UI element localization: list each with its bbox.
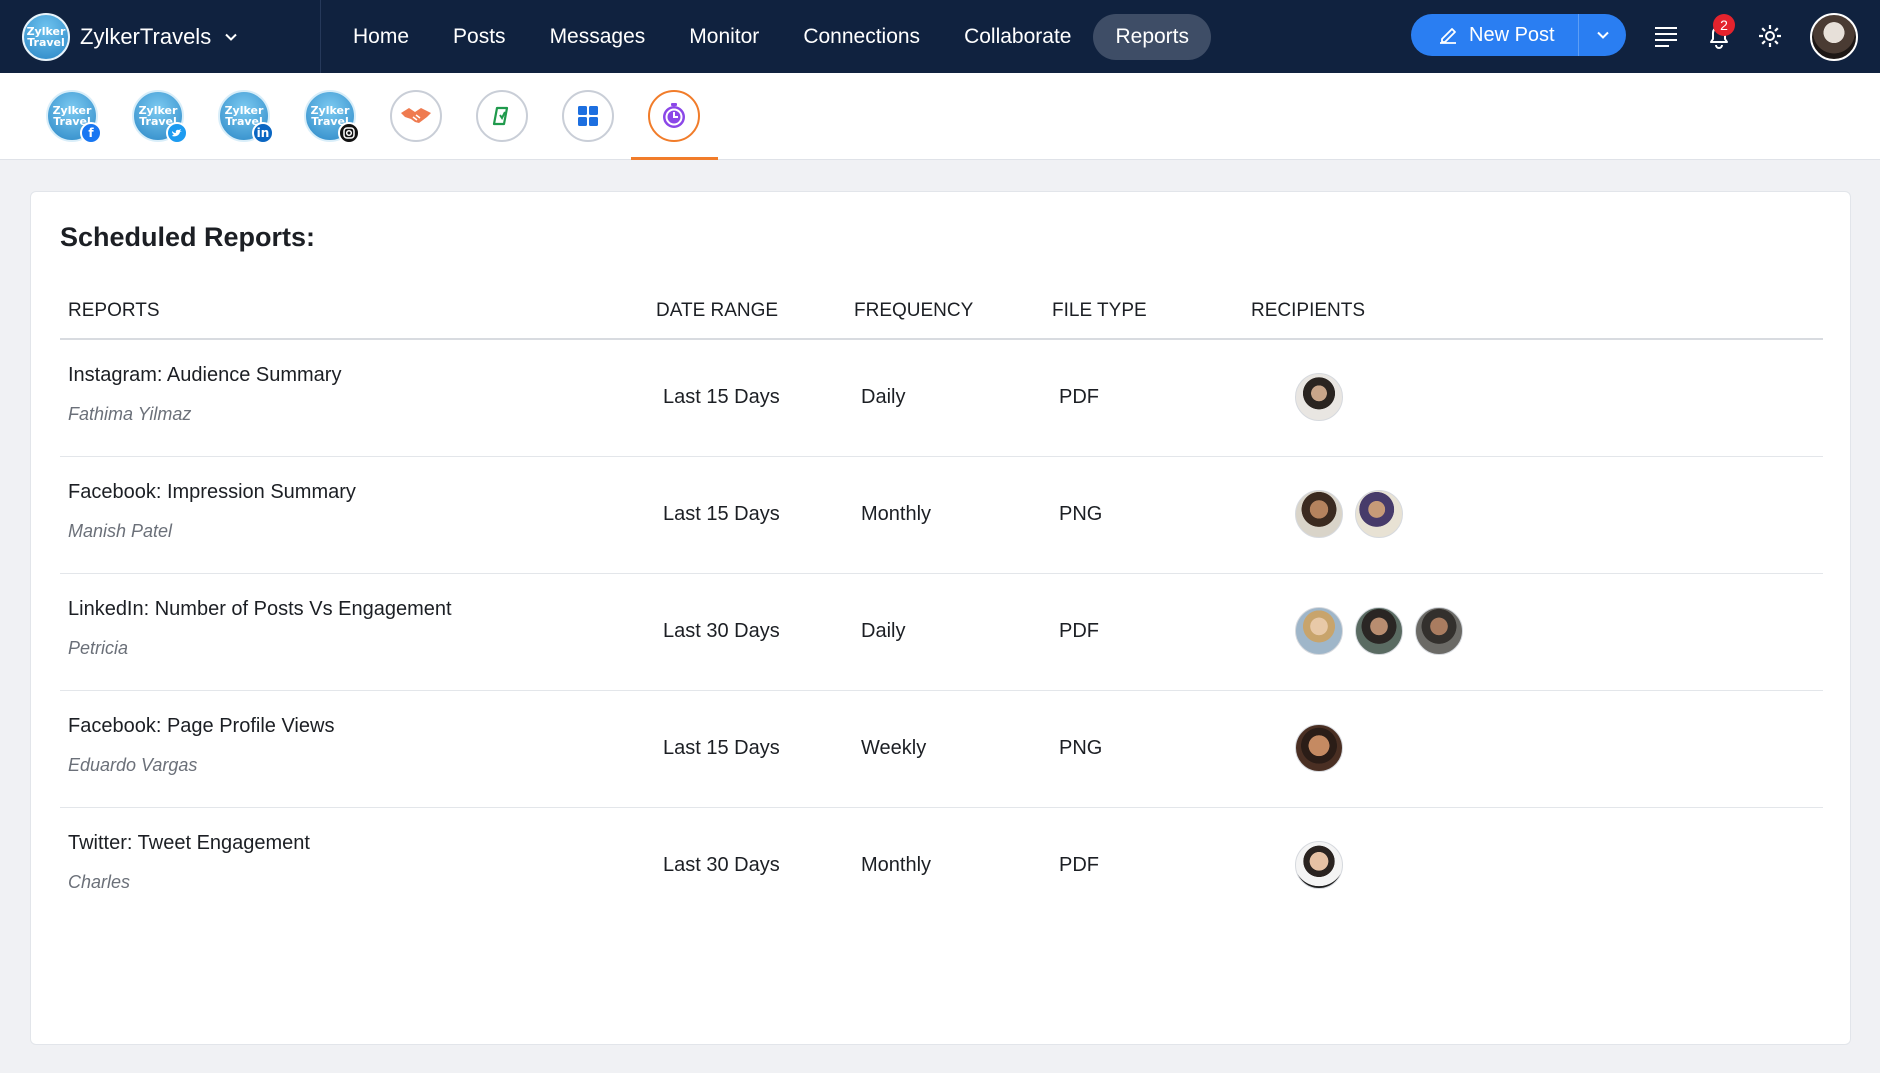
report-title[interactable]: Twitter: Tweet Engagement (68, 832, 310, 855)
handshake-icon[interactable] (390, 90, 442, 142)
nav-messages[interactable]: Messages (528, 14, 668, 60)
avatar[interactable] (1355, 607, 1403, 655)
chevron-down-icon (225, 33, 237, 41)
report-frequency: Monthly (861, 503, 932, 525)
recipients-list (1295, 841, 1355, 889)
nav-monitor[interactable]: Monitor (667, 14, 781, 60)
scheduled-reports-icon[interactable] (648, 90, 700, 142)
recipients-list (1295, 490, 1415, 538)
report-title[interactable]: Instagram: Audience Summary (68, 364, 341, 387)
avatar[interactable] (1295, 607, 1343, 655)
report-owner: Manish Patel (68, 521, 173, 541)
report-frequency: Weekly (861, 737, 927, 759)
new-post-button-group: New Post (1411, 14, 1626, 56)
nav-connections[interactable]: Connections (781, 14, 942, 60)
report-frequency: Daily (861, 386, 906, 408)
notification-badge: 2 (1713, 14, 1735, 36)
new-post-dropdown[interactable] (1579, 14, 1626, 56)
menu-icon[interactable] (1652, 22, 1680, 50)
report-date-range: Last 15 Days (663, 386, 780, 408)
nav-home[interactable]: Home (331, 14, 431, 60)
main-nav: Home Posts Messages Monitor Connections … (331, 0, 1211, 73)
column-header-reports: REPORTS (68, 300, 160, 321)
report-file-type: PNG (1059, 503, 1103, 525)
report-title[interactable]: Facebook: Page Profile Views (68, 715, 334, 738)
avatar[interactable] (1295, 841, 1343, 889)
report-owner: Eduardo Vargas (68, 755, 198, 775)
top-navigation-bar: Zylker Travel ZylkerTravels Home Posts Me… (0, 0, 1880, 73)
avatar[interactable] (1295, 724, 1343, 772)
active-tab-indicator (631, 157, 718, 160)
channel-instagram[interactable]: Zylker Travel (304, 90, 360, 144)
twitter-icon (166, 122, 188, 144)
column-header-frequency: FREQUENCY (854, 300, 974, 321)
table-row[interactable]: LinkedIn: Number of Posts Vs Engagement … (60, 574, 1823, 691)
recipients-list (1295, 373, 1355, 421)
brand-switcher[interactable]: Zylker Travel ZylkerTravels (0, 0, 321, 73)
column-header-date-range: DATE RANGE (656, 300, 779, 321)
brand-logo-text: Zylker Travel (26, 24, 66, 49)
recipients-list (1295, 724, 1355, 772)
gear-icon[interactable] (1756, 22, 1784, 50)
column-header-recipients: RECIPIENTS (1251, 300, 1366, 321)
scheduled-reports-card: Scheduled Reports: REPORTS DATE RANGE FR… (30, 191, 1851, 1045)
avatar[interactable] (1355, 490, 1403, 538)
avatar[interactable] (1415, 607, 1463, 655)
table-row[interactable]: Twitter: Tweet Engagement Charles Last 3… (60, 808, 1823, 925)
report-date-range: Last 15 Days (663, 737, 780, 759)
table-row[interactable]: Facebook: Page Profile Views Eduardo Var… (60, 691, 1823, 808)
channel-bar: Zylker Travel f Zylker Travel Zylker Travel… (0, 73, 1880, 160)
nav-reports[interactable]: Reports (1093, 13, 1211, 60)
avatar[interactable] (1295, 373, 1343, 421)
nav-collaborate[interactable]: Collaborate (942, 14, 1093, 60)
channel-linkedin[interactable]: Zylker Travel in (218, 90, 274, 144)
chevron-down-icon (1596, 31, 1609, 39)
user-avatar[interactable] (1810, 13, 1858, 61)
report-owner: Charles (68, 872, 131, 892)
new-post-label: New Post (1469, 23, 1555, 46)
facebook-icon: f (80, 122, 102, 144)
instagram-icon (338, 122, 360, 144)
report-date-range: Last 15 Days (663, 503, 780, 525)
report-date-range: Last 30 Days (663, 854, 780, 876)
new-post-button[interactable]: New Post (1411, 14, 1579, 56)
report-owner: Petricia (68, 638, 129, 658)
recipients-list (1295, 607, 1475, 655)
report-file-type: PDF (1059, 620, 1099, 642)
bookmark-chart-icon[interactable] (476, 90, 528, 142)
channel-facebook[interactable]: Zylker Travel f (46, 90, 102, 144)
report-frequency: Monthly (861, 854, 932, 876)
report-title[interactable]: Facebook: Impression Summary (68, 481, 356, 504)
report-date-range: Last 30 Days (663, 620, 780, 642)
linkedin-icon: in (252, 122, 274, 144)
avatar[interactable] (1295, 490, 1343, 538)
brand-logo: Zylker Travel (22, 12, 70, 61)
pencil-icon (1440, 28, 1456, 44)
report-file-type: PNG (1059, 737, 1103, 759)
report-file-type: PDF (1059, 386, 1099, 408)
page-title: Scheduled Reports: (60, 222, 316, 252)
table-row[interactable]: Instagram: Audience Summary Fathima Yilm… (60, 340, 1823, 457)
nav-posts[interactable]: Posts (431, 14, 528, 60)
channel-twitter[interactable]: Zylker Travel (132, 90, 188, 144)
report-file-type: PDF (1059, 854, 1099, 876)
brand-name: ZylkerTravels (80, 23, 212, 49)
column-header-file-type: FILE TYPE (1052, 300, 1147, 321)
report-owner: Fathima Yilmaz (68, 404, 192, 424)
table-row[interactable]: Facebook: Impression Summary Manish Pate… (60, 457, 1823, 574)
report-title[interactable]: LinkedIn: Number of Posts Vs Engagement (68, 598, 452, 621)
dashboard-icon[interactable] (562, 90, 614, 142)
report-frequency: Daily (861, 620, 906, 642)
